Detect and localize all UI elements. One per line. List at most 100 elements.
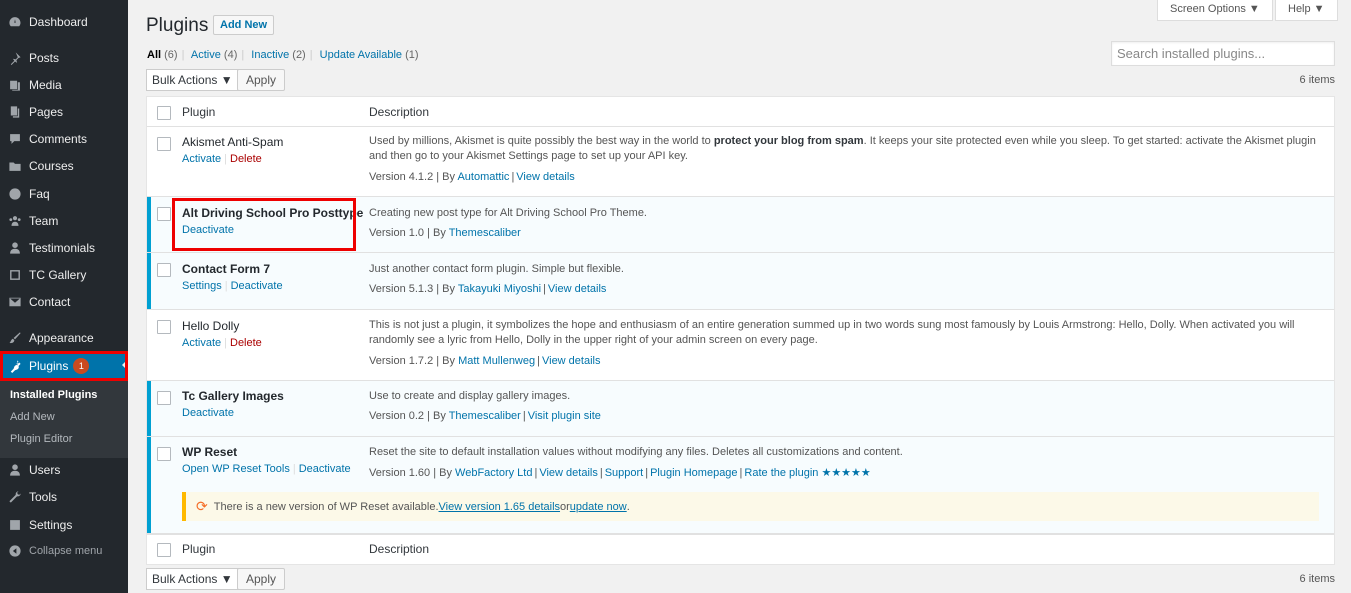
- view-details-link[interactable]: View details: [542, 355, 601, 367]
- menu-appearance[interactable]: Appearance: [0, 324, 128, 351]
- screen-options-button[interactable]: Screen Options ▼: [1157, 0, 1273, 21]
- activate-link[interactable]: Activate: [182, 153, 221, 165]
- row-checkbox[interactable]: [157, 391, 171, 405]
- filter-inactive[interactable]: Inactive: [251, 49, 289, 61]
- apply-button-bottom[interactable]: Apply: [237, 568, 286, 590]
- settings-icon: [8, 518, 22, 532]
- main-content: Plugins Add New Screen Options ▼ Help ▼ …: [128, 0, 1351, 593]
- menu-label: Appearance: [29, 330, 94, 345]
- row-checkbox[interactable]: [157, 320, 171, 334]
- menu-plugins[interactable]: Plugins 1: [0, 351, 128, 381]
- menu-tc-gallery[interactable]: TC Gallery: [0, 261, 128, 288]
- items-count-bottom: 6 items: [1299, 573, 1335, 585]
- deactivate-link[interactable]: Deactivate: [299, 463, 351, 475]
- plugin-homepage-link[interactable]: Plugin Homepage: [650, 467, 737, 479]
- plugin-description: Creating new post type for Alt Driving S…: [369, 207, 647, 219]
- plugin-version: Version 0.2 | By Themescaliber | Visit plu…: [369, 410, 601, 422]
- select-all-checkbox[interactable]: [157, 106, 171, 120]
- column-plugin: Plugin: [182, 542, 216, 556]
- author-link[interactable]: Takayuki Miyoshi: [458, 283, 541, 295]
- comments-icon: [8, 132, 22, 146]
- menu-media[interactable]: Media: [0, 71, 128, 98]
- items-count: 6 items: [1299, 74, 1335, 86]
- settings-link[interactable]: Settings: [182, 280, 222, 292]
- view-details-link[interactable]: View details: [539, 467, 598, 479]
- menu-tools[interactable]: Tools: [0, 483, 128, 510]
- pages-icon: [8, 105, 22, 119]
- menu-users[interactable]: Users: [0, 456, 128, 483]
- open-tools-link[interactable]: Open WP Reset Tools: [182, 463, 290, 475]
- update-now-link[interactable]: update now: [570, 501, 627, 513]
- menu-courses[interactable]: Courses: [0, 152, 128, 179]
- author-link[interactable]: Matt Mullenweg: [458, 355, 535, 367]
- plugins-submenu: Installed Plugins Add New Plugin Editor: [0, 381, 128, 458]
- delete-link[interactable]: Delete: [230, 337, 262, 349]
- brush-icon: [8, 331, 22, 345]
- bulk-actions-select-bottom[interactable]: Bulk Actions ▼: [146, 568, 239, 590]
- menu-label: Plugins: [29, 359, 69, 373]
- row-actions: Activate | Delete: [182, 153, 262, 165]
- rate-plugin-link[interactable]: Rate the plugin ★★★★★: [744, 467, 870, 479]
- filter-count: (4): [223, 49, 238, 61]
- filter-update-available[interactable]: Update Available: [320, 49, 402, 61]
- menu-pages[interactable]: Pages: [0, 98, 128, 125]
- gallery-icon: [8, 268, 22, 282]
- help-button[interactable]: Help ▼: [1275, 0, 1338, 21]
- filter-active[interactable]: Active: [191, 49, 221, 61]
- pin-icon: [8, 51, 22, 65]
- add-new-button[interactable]: Add New: [213, 15, 275, 35]
- author-link[interactable]: Themescaliber: [449, 227, 521, 239]
- row-checkbox[interactable]: [157, 263, 171, 277]
- view-details-link[interactable]: View details: [548, 283, 607, 295]
- person-icon: [8, 241, 22, 255]
- wrench-icon: [8, 490, 22, 504]
- menu-contact[interactable]: Contact: [0, 288, 128, 315]
- plugin-description: Just another contact form plugin. Simple…: [369, 263, 624, 275]
- users-icon: [8, 463, 22, 477]
- menu-dashboard[interactable]: Dashboard: [0, 8, 128, 35]
- update-icon: ⟳: [196, 498, 208, 514]
- deactivate-link[interactable]: Deactivate: [182, 407, 234, 419]
- deactivate-link[interactable]: Deactivate: [231, 280, 283, 292]
- activate-link[interactable]: Activate: [182, 337, 221, 349]
- plugin-name: Hello Dolly: [182, 319, 240, 333]
- menu-testimonials[interactable]: Testimonials: [0, 234, 128, 261]
- menu-label: Team: [29, 213, 59, 228]
- author-link[interactable]: Themescaliber: [449, 410, 521, 422]
- author-link[interactable]: WebFactory Ltd: [455, 467, 532, 479]
- row-checkbox[interactable]: [157, 447, 171, 461]
- menu-faq[interactable]: Faq: [0, 180, 128, 207]
- view-version-details-link[interactable]: View version 1.65 details: [439, 501, 560, 513]
- table-row: Alt Driving School Pro Posttype Deactiva…: [147, 197, 1334, 253]
- plugin-name: Contact Form 7: [182, 262, 271, 276]
- row-actions: Open WP Reset Tools | Deactivate: [182, 463, 351, 475]
- submenu-installed-plugins[interactable]: Installed Plugins: [10, 389, 97, 401]
- delete-link[interactable]: Delete: [230, 153, 262, 165]
- table-row: WP Reset Open WP Reset Tools | Deactivate …: [147, 437, 1334, 534]
- table-header: Plugin Description: [147, 97, 1334, 127]
- select-all-checkbox[interactable]: [157, 543, 171, 557]
- menu-posts[interactable]: Posts: [0, 44, 128, 71]
- apply-button[interactable]: Apply: [237, 69, 286, 91]
- visit-plugin-site-link[interactable]: Visit plugin site: [528, 410, 601, 422]
- submenu-plugin-editor[interactable]: Plugin Editor: [10, 433, 72, 445]
- filter-all[interactable]: All: [147, 49, 161, 61]
- filter-count: (1): [405, 49, 419, 61]
- author-link[interactable]: Automattic: [457, 171, 509, 183]
- menu-team[interactable]: Team: [0, 207, 128, 234]
- support-link[interactable]: Support: [605, 467, 644, 479]
- menu-label: Users: [29, 462, 61, 477]
- menu-label: Faq: [29, 186, 50, 201]
- table-row: Hello Dolly Activate | Delete This is not …: [147, 310, 1334, 381]
- submenu-add-new[interactable]: Add New: [10, 411, 55, 423]
- search-plugins-input[interactable]: Search installed plugins...: [1111, 41, 1335, 66]
- row-checkbox[interactable]: [157, 137, 171, 151]
- row-checkbox[interactable]: [157, 207, 171, 221]
- view-details-link[interactable]: View details: [516, 171, 575, 183]
- menu-settings[interactable]: Settings: [0, 511, 128, 538]
- collapse-menu-button[interactable]: Collapse menu: [0, 537, 128, 564]
- menu-label: Contact: [29, 294, 71, 309]
- menu-comments[interactable]: Comments: [0, 125, 128, 152]
- bulk-actions-select[interactable]: Bulk Actions ▼: [146, 69, 239, 91]
- plugin-name: WP Reset: [182, 445, 238, 459]
